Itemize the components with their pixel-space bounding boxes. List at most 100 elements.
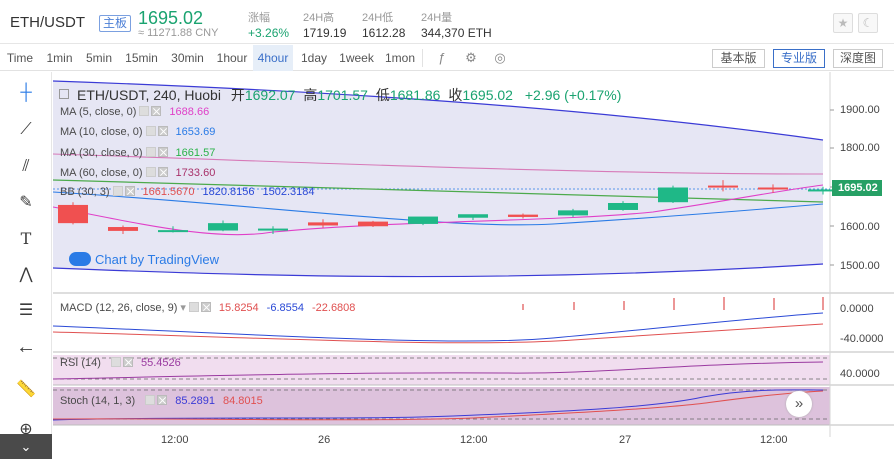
scroll-to-latest-button[interactable]: » <box>786 391 812 417</box>
view-basic-button[interactable]: 基本版 <box>712 49 765 68</box>
tf-15min[interactable]: 15min <box>119 45 164 71</box>
measure-icon[interactable]: ☰ <box>14 299 38 323</box>
rsi-axis-label: 40.0000 <box>840 368 880 380</box>
settings-icon[interactable] <box>145 147 156 157</box>
tf-4hour[interactable]: 4hour <box>253 45 293 71</box>
close-icon[interactable] <box>200 302 211 312</box>
candle-body <box>758 187 788 190</box>
candle-body <box>208 223 238 231</box>
candle-body <box>58 204 88 224</box>
ma60-legend: MA (60, close, 0) 1733.60 <box>60 167 215 179</box>
back-arrow-icon[interactable]: ← <box>14 335 38 359</box>
pair-name[interactable]: ETH/USDT <box>10 14 85 31</box>
ma5-label: MA (5, close, 0) <box>60 106 137 118</box>
close-icon[interactable] <box>157 126 168 136</box>
stat-high-value: 1719.19 <box>303 26 347 40</box>
stoch-legend: Stoch (14, 1, 3) 85.2891 84.8015 <box>60 395 263 407</box>
price-axis-label: 1800.00 <box>840 142 880 154</box>
open-label: 开 <box>230 87 245 103</box>
settings-icon[interactable]: ⚙ <box>462 49 480 67</box>
ma10-label: MA (10, close, 0) <box>60 126 143 138</box>
macd-label: MACD (12, 26, close, 9) <box>60 302 178 314</box>
text-icon[interactable]: T <box>14 227 38 251</box>
high-value: 1701.57 <box>317 87 368 103</box>
bb-value-lower: 1502.3184 <box>262 186 315 198</box>
macd-value-signal: -22.6808 <box>311 302 356 314</box>
tf-5min[interactable]: 5min <box>80 45 118 71</box>
ma10-legend: MA (10, close, 0) 1653.69 <box>60 126 215 138</box>
star-icon[interactable]: ★ <box>833 13 853 33</box>
settings-icon[interactable] <box>145 395 156 405</box>
time-axis-label: 12:00 <box>760 434 788 446</box>
low-label: 低 <box>375 87 390 103</box>
candle-body <box>708 185 738 188</box>
drawing-toolbar: ┼ ⟋ ⫽ ✎ T ⋀ ☰ ← 📏 ⊕ ⌄ <box>0 72 52 459</box>
price-axis-label: 1600.00 <box>840 221 880 233</box>
collapse-panel-icon[interactable]: ⌄ <box>0 434 52 459</box>
fib-icon[interactable]: ⫽ <box>14 155 38 179</box>
ohlc-legend: ETH/USDT, 240, Huobi 开1692.07 高1701.57 低… <box>59 85 621 105</box>
screenshot-icon[interactable]: ◎ <box>491 49 509 67</box>
ma30-legend: MA (30, close, 0) 1661.57 <box>60 147 215 159</box>
close-value: 1695.02 <box>462 87 513 103</box>
tf-1min[interactable]: 1min <box>41 45 78 71</box>
ma30-value: 1661.57 <box>175 147 216 159</box>
settings-icon[interactable] <box>145 167 156 177</box>
ma5-value: 1688.66 <box>169 106 210 118</box>
ticker-header: ETH/USDT 主板 1695.02 ≈ 11271.88 CNY 涨幅 +3… <box>0 0 894 44</box>
tf-time[interactable]: Time <box>0 45 40 71</box>
tf-1day[interactable]: 1day <box>295 45 333 71</box>
view-depth-button[interactable]: 深度图 <box>833 49 883 68</box>
stat-low-value: 1612.28 <box>362 26 406 40</box>
tradingview-watermark[interactable]: Chart by TradingView <box>69 252 219 267</box>
chevron-down-icon[interactable]: ▾ <box>180 302 186 314</box>
close-icon[interactable] <box>157 167 168 177</box>
cny-price: ≈ 11271.88 CNY <box>138 27 219 39</box>
close-icon[interactable] <box>124 186 135 196</box>
low-value: 1681.86 <box>389 87 441 103</box>
stoch-value-k: 85.2891 <box>175 395 215 407</box>
bb-value-upper: 1820.8156 <box>202 186 255 198</box>
open-value: 1692.07 <box>244 87 296 103</box>
indicators-icon[interactable]: ƒ <box>433 49 451 67</box>
close-icon[interactable] <box>151 106 162 116</box>
candle-body <box>658 187 688 203</box>
trend-line-icon[interactable]: ⟋ <box>14 118 38 142</box>
settings-icon[interactable] <box>188 302 199 312</box>
crosshair-icon[interactable]: ┼ <box>14 81 38 105</box>
settings-icon[interactable] <box>145 126 156 136</box>
tf-1hour[interactable]: 1hour <box>212 45 252 71</box>
brush-icon[interactable]: ✎ <box>14 191 38 215</box>
tf-30min[interactable]: 30min <box>165 45 210 71</box>
ma60-value: 1733.60 <box>175 167 216 179</box>
chart-area[interactable]: ETH/USDT, 240, Huobi 开1692.07 高1701.57 低… <box>52 72 894 459</box>
close-icon[interactable] <box>122 357 133 367</box>
candle-body <box>508 214 538 217</box>
stat-volume-label: 24H量 <box>421 12 453 24</box>
collapse-legend-icon[interactable] <box>59 89 69 99</box>
stoch-value-d: 84.8015 <box>222 395 263 407</box>
candle-body <box>158 230 188 233</box>
macd-axis-label: -40.0000 <box>840 333 884 345</box>
tf-1mon[interactable]: 1mon <box>380 45 420 71</box>
rsi-value: 55.4526 <box>140 357 181 369</box>
chart-toolbar: Time 1min 5min 15min 30min 1hour 4hour 1… <box>0 45 894 71</box>
tf-1week[interactable]: 1week <box>334 45 379 71</box>
stat-change-label: 涨幅 <box>248 12 270 24</box>
macd-legend: MACD (12, 26, close, 9) ▾ 15.8254 -6.8554 -2… <box>60 301 355 314</box>
symbol-title[interactable]: ETH/USDT, 240, Huobi <box>77 87 221 103</box>
rsi-legend: RSI (14) 55.4526 <box>60 357 181 369</box>
stat-change-value: +3.26% <box>248 26 290 40</box>
close-icon[interactable] <box>157 395 168 405</box>
settings-icon[interactable] <box>112 186 123 196</box>
view-pro-button[interactable]: 专业版 <box>773 49 825 68</box>
settings-icon[interactable] <box>110 357 121 367</box>
candle-body <box>358 221 388 227</box>
candle-body <box>458 214 488 218</box>
bb-legend: BB (30, 3) 1661.5670 1820.8156 1502.3184 <box>60 186 315 198</box>
night-mode-icon[interactable]: ☾ <box>858 13 878 33</box>
pattern-icon[interactable]: ⋀ <box>14 263 38 287</box>
close-icon[interactable] <box>157 147 168 157</box>
ruler-icon[interactable]: 📏 <box>14 378 38 402</box>
settings-icon[interactable] <box>139 106 150 116</box>
